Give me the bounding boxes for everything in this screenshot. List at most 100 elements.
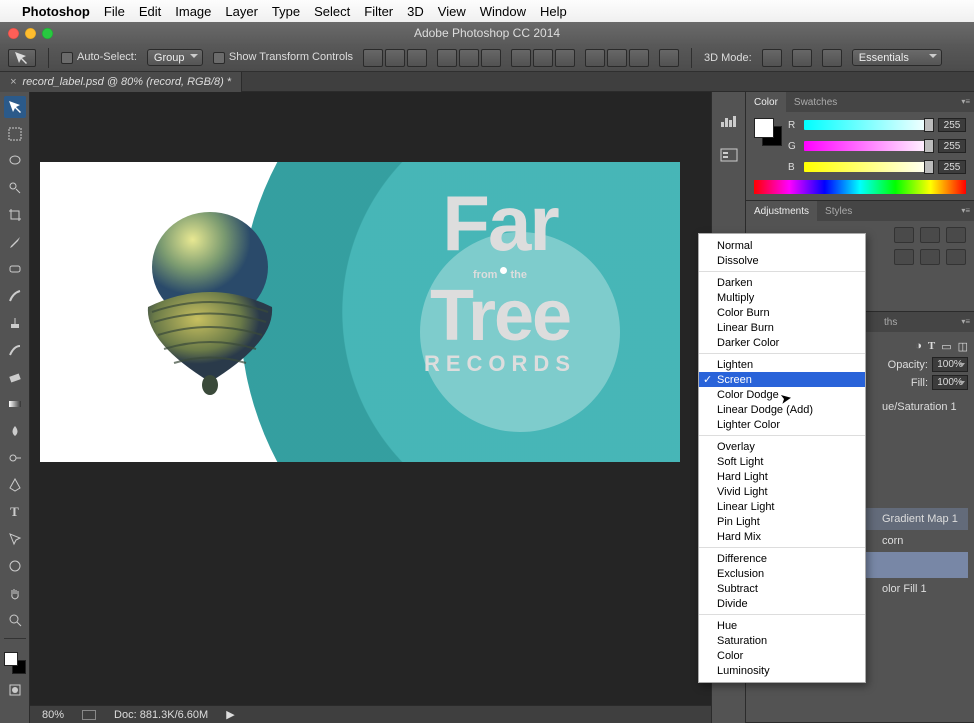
- foreground-background-swatch[interactable]: [4, 652, 26, 674]
- align-horiz-centers-icon[interactable]: [459, 49, 479, 67]
- blend-mode-difference[interactable]: Difference: [699, 551, 865, 566]
- blend-mode-linear-burn[interactable]: Linear Burn: [699, 320, 865, 335]
- menu-image[interactable]: Image: [175, 4, 211, 19]
- align-top-edges-icon[interactable]: [363, 49, 383, 67]
- g-value[interactable]: 255: [938, 139, 966, 153]
- close-tab-icon[interactable]: ×: [10, 76, 16, 88]
- menu-3d[interactable]: 3D: [407, 4, 424, 19]
- menu-layer[interactable]: Layer: [225, 4, 258, 19]
- adj-circle-icon[interactable]: [920, 249, 940, 265]
- auto-align-icon[interactable]: [659, 49, 679, 67]
- move-tool-preset-icon[interactable]: [8, 49, 36, 67]
- blend-mode-divide[interactable]: Divide: [699, 596, 865, 611]
- blend-mode-dissolve[interactable]: Dissolve: [699, 253, 865, 268]
- dodge-tool[interactable]: [4, 447, 26, 469]
- share-icon[interactable]: [82, 710, 96, 720]
- distribute-horiz-icon[interactable]: [607, 49, 627, 67]
- blend-mode-linear-light[interactable]: Linear Light: [699, 499, 865, 514]
- r-value[interactable]: 255: [938, 118, 966, 132]
- hand-tool[interactable]: [4, 582, 26, 604]
- show-transform-checkbox[interactable]: Show Transform Controls: [213, 51, 353, 63]
- color-spectrum[interactable]: [754, 180, 966, 194]
- 3d-slide-icon[interactable]: [822, 49, 842, 67]
- panel-menu-icon[interactable]: ▾≡: [961, 97, 970, 106]
- document-canvas[interactable]: Far fromthe Tree RECORDS: [40, 162, 680, 462]
- eyedropper-tool[interactable]: [4, 231, 26, 253]
- distribute-bottom-icon[interactable]: [555, 49, 575, 67]
- panel-menu-icon[interactable]: ▾≡: [961, 317, 970, 326]
- blend-mode-hard-light[interactable]: Hard Light: [699, 469, 865, 484]
- g-slider[interactable]: G255: [788, 139, 966, 153]
- r-slider[interactable]: R255: [788, 118, 966, 132]
- auto-select-type-select[interactable]: Group: [147, 49, 203, 66]
- menu-help[interactable]: Help: [540, 4, 567, 19]
- blend-mode-saturation[interactable]: Saturation: [699, 633, 865, 648]
- zoom-tool[interactable]: [4, 609, 26, 631]
- healing-brush-tool[interactable]: [4, 258, 26, 280]
- menu-window[interactable]: Window: [480, 4, 526, 19]
- blend-mode-color-burn[interactable]: Color Burn: [699, 305, 865, 320]
- blend-mode-screen[interactable]: Screen: [699, 372, 865, 387]
- adj-square-icon[interactable]: [946, 249, 966, 265]
- type-filter-icon[interactable]: T: [928, 340, 935, 353]
- status-disclosure-icon[interactable]: ▶: [226, 708, 234, 721]
- adj-grid-icon[interactable]: [894, 249, 914, 265]
- zoom-readout[interactable]: 80%: [42, 709, 64, 721]
- shape-tool[interactable]: [4, 555, 26, 577]
- distribute-vert-icon[interactable]: [533, 49, 553, 67]
- blend-mode-pin-light[interactable]: Pin Light: [699, 514, 865, 529]
- smartobj-filter-icon[interactable]: ◫: [958, 340, 968, 353]
- eraser-tool[interactable]: [4, 366, 26, 388]
- blend-mode-soft-light[interactable]: Soft Light: [699, 454, 865, 469]
- quick-select-tool[interactable]: [4, 177, 26, 199]
- blend-mode-dropdown[interactable]: NormalDissolveDarkenMultiplyColor BurnLi…: [698, 233, 866, 683]
- adj-triangle-icon[interactable]: [920, 227, 940, 243]
- 3d-orbit-icon[interactable]: [762, 49, 782, 67]
- blend-mode-multiply[interactable]: Multiply: [699, 290, 865, 305]
- menu-file[interactable]: File: [104, 4, 125, 19]
- brush-tool[interactable]: [4, 285, 26, 307]
- align-bottom-edges-icon[interactable]: [407, 49, 427, 67]
- app-menu[interactable]: Photoshop: [22, 4, 90, 19]
- align-left-edges-icon[interactable]: [437, 49, 457, 67]
- blend-mode-darker-color[interactable]: Darker Color: [699, 335, 865, 350]
- distribute-left-icon[interactable]: [585, 49, 605, 67]
- 3d-pan-icon[interactable]: [792, 49, 812, 67]
- tab-swatches[interactable]: Swatches: [786, 92, 845, 112]
- blend-mode-color[interactable]: Color: [699, 648, 865, 663]
- workspace-switcher[interactable]: Essentials: [852, 49, 942, 66]
- lasso-tool[interactable]: [4, 150, 26, 172]
- opacity-value[interactable]: 100%: [932, 357, 968, 372]
- blend-mode-hue[interactable]: Hue: [699, 618, 865, 633]
- b-value[interactable]: 255: [938, 160, 966, 174]
- adj-brightness-icon[interactable]: [894, 227, 914, 243]
- layer-filter-icon[interactable]: ◑: [915, 340, 922, 353]
- blend-mode-luminosity[interactable]: Luminosity: [699, 663, 865, 678]
- tab-paths-partial[interactable]: ths: [876, 312, 905, 332]
- crop-tool[interactable]: [4, 204, 26, 226]
- blend-mode-exclusion[interactable]: Exclusion: [699, 566, 865, 581]
- blend-mode-overlay[interactable]: Overlay: [699, 439, 865, 454]
- pen-tool[interactable]: [4, 474, 26, 496]
- properties-panel-icon[interactable]: [718, 146, 740, 164]
- menu-type[interactable]: Type: [272, 4, 300, 19]
- fg-bg-swatch[interactable]: [754, 118, 782, 146]
- blend-mode-darken[interactable]: Darken: [699, 275, 865, 290]
- history-brush-tool[interactable]: [4, 339, 26, 361]
- path-select-tool[interactable]: [4, 528, 26, 550]
- document-tab[interactable]: × record_label.psd @ 80% (record, RGB/8)…: [0, 72, 242, 92]
- align-vert-centers-icon[interactable]: [385, 49, 405, 67]
- tab-color[interactable]: Color: [746, 92, 786, 112]
- blend-mode-vivid-light[interactable]: Vivid Light: [699, 484, 865, 499]
- menu-filter[interactable]: Filter: [364, 4, 393, 19]
- menu-view[interactable]: View: [438, 4, 466, 19]
- align-right-edges-icon[interactable]: [481, 49, 501, 67]
- blur-tool[interactable]: [4, 420, 26, 442]
- shape-filter-icon[interactable]: ▭: [941, 340, 951, 353]
- menu-select[interactable]: Select: [314, 4, 350, 19]
- blend-mode-lighten[interactable]: Lighten: [699, 357, 865, 372]
- type-tool[interactable]: T: [4, 501, 26, 523]
- distribute-top-icon[interactable]: [511, 49, 531, 67]
- marquee-tool[interactable]: [4, 123, 26, 145]
- gradient-tool[interactable]: [4, 393, 26, 415]
